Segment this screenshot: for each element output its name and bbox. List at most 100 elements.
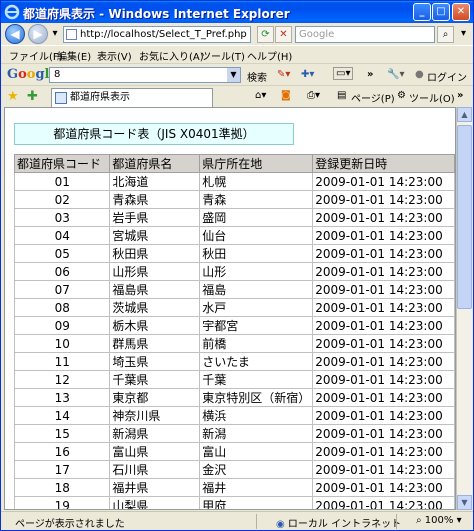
address-row: ◀ ▶ ▾ http://localhost/Select_T_Pref.php… <box>1 23 473 45</box>
status-text: ページが表示されました <box>15 519 125 530</box>
login-button[interactable]: ログイン <box>427 69 467 84</box>
scroll-up-icon[interactable]: ▲ <box>457 107 472 122</box>
page-icon <box>66 29 77 40</box>
table-row: 04 宮城県 仙台 2009-01-01 14:23:00 <box>13 226 455 245</box>
cell-capital: 仙台 <box>199 226 314 245</box>
zoom-level[interactable]: ⌕ 100% ▾ <box>416 515 462 526</box>
menu-view[interactable]: 表示(V) <box>97 48 132 63</box>
security-zone[interactable]: ◉ ローカル イントラネット <box>276 515 401 530</box>
cell-name: 福島県 <box>109 280 201 299</box>
vertical-scrollbar[interactable]: ▲ ▼ <box>456 107 472 510</box>
cell-code: 13 <box>13 388 111 407</box>
stop-icon[interactable]: ✕ <box>275 26 292 43</box>
table-row: 15 新潟県 新潟 2009-01-01 14:23:00 <box>13 424 455 443</box>
cell-name: 岩手県 <box>109 208 201 227</box>
tools-menu-icon[interactable]: ⚙ <box>397 90 406 101</box>
table-row: 14 神奈川県 横浜 2009-01-01 14:23:00 <box>13 406 455 425</box>
google-search-dropdown-icon[interactable]: ▼ <box>227 68 240 82</box>
menu-edit[interactable]: 編集(E) <box>57 48 91 63</box>
tab-current[interactable]: 都道府県表示 <box>51 88 213 108</box>
title-bar[interactable]: 都道府県表示 - Windows Internet Explorer _ □ ✕ <box>1 1 473 23</box>
tools-menu-button[interactable]: ツール(O) <box>409 90 455 105</box>
scroll-thumb[interactable] <box>457 125 472 309</box>
cell-capital: 山形 <box>199 262 314 281</box>
feeds-icon[interactable]: ◙ <box>281 90 291 101</box>
intranet-icon: ◉ <box>276 519 285 530</box>
status-divider <box>396 514 397 529</box>
close-button[interactable]: ✕ <box>452 3 470 21</box>
cell-name: 茨城県 <box>109 298 201 317</box>
history-dropdown-icon[interactable]: ▾ <box>49 26 61 43</box>
cell-code: 15 <box>13 424 111 443</box>
column-header-code: 都道府県コード <box>13 154 111 173</box>
table-row: 07 福島県 福島 2009-01-01 14:23:00 <box>13 280 455 299</box>
menu-help[interactable]: ヘルプ(H) <box>247 48 292 63</box>
address-bar[interactable]: http://localhost/Select_T_Pref.php <box>63 26 251 43</box>
table-row: 18 福井県 福井 2009-01-01 14:23:00 <box>13 478 455 497</box>
browser-window: 都道府県表示 - Windows Internet Explorer _ □ ✕… <box>0 0 474 531</box>
page-menu-button[interactable]: ページ(P) <box>351 90 395 105</box>
table-row: 13 東京都 東京特別区（新宿） 2009-01-01 14:23:00 <box>13 388 455 407</box>
google-search-input[interactable]: 8 ▼ <box>49 67 241 83</box>
back-button[interactable]: ◀ <box>5 24 25 44</box>
favorites-star-icon[interactable]: ★ <box>7 89 19 104</box>
cell-capital: 千葉 <box>199 370 314 389</box>
forward-button[interactable]: ▶ <box>28 24 48 44</box>
google-bookmark-icon[interactable]: ✎▾ <box>277 69 290 80</box>
cell-code: 08 <box>13 298 111 317</box>
cell-code: 09 <box>13 316 111 335</box>
cell-code: 10 <box>13 334 111 353</box>
cell-capital: 東京特別区（新宿） <box>199 388 314 407</box>
table-caption: 都道府県コード表（JIS X0401準拠） <box>14 123 294 145</box>
cell-code: 18 <box>13 478 111 497</box>
cell-name: 千葉県 <box>109 370 201 389</box>
cell-name: 青森県 <box>109 190 201 209</box>
add-favorites-icon[interactable]: ✚ <box>27 89 38 104</box>
home-icon[interactable]: ⌂▾ <box>255 90 266 101</box>
cell-capital: 前橋 <box>199 334 314 353</box>
google-search-button[interactable]: 検索 <box>247 69 267 84</box>
cell-code: 12 <box>13 370 111 389</box>
cell-code: 11 <box>13 352 111 371</box>
status-divider <box>256 514 257 529</box>
prefecture-table: 都道府県コード 都道府県名 県庁所在地 登録更新日時 01 北海道 札幌 2009-0… <box>13 154 455 509</box>
cell-updated: 2009-01-01 14:23:00 <box>312 406 455 425</box>
page-menu-icon[interactable]: ▤ <box>337 90 346 101</box>
cell-name: 秋田県 <box>109 244 201 263</box>
minimize-button[interactable]: _ <box>413 3 431 21</box>
menu-tools[interactable]: ツール(T) <box>201 48 245 63</box>
cell-updated: 2009-01-01 14:23:00 <box>312 244 455 263</box>
search-options-icon[interactable]: ▾ <box>455 26 472 43</box>
menu-favorites[interactable]: お気に入り(A) <box>139 48 204 63</box>
refresh-icon[interactable]: ⟳ <box>257 26 274 43</box>
search-input[interactable]: Google <box>295 26 435 43</box>
wrench-icon[interactable]: 🔧▾ <box>387 69 404 80</box>
cell-code: 07 <box>13 280 111 299</box>
table-row: 10 群馬県 前橋 2009-01-01 14:23:00 <box>13 334 455 353</box>
table-row: 05 秋田県 秋田 2009-01-01 14:23:00 <box>13 244 455 263</box>
tab-more-button[interactable]: » <box>457 90 463 101</box>
menu-bar: ファイル(F) 編集(E) 表示(V) お気に入り(A) ツール(T) ヘルプ(… <box>1 45 473 63</box>
zoom-dropdown-icon[interactable]: ▾ <box>457 515 462 526</box>
google-more-button[interactable]: » <box>367 69 373 80</box>
print-icon[interactable]: ⎙▾ <box>307 90 320 101</box>
cell-updated: 2009-01-01 14:23:00 <box>312 388 455 407</box>
menu-file[interactable]: ファイル(F) <box>9 48 63 63</box>
cell-capital: 横浜 <box>199 406 314 425</box>
cell-code: 17 <box>13 460 111 479</box>
table-row: 16 富山県 富山 2009-01-01 14:23:00 <box>13 442 455 461</box>
maximize-button[interactable]: □ <box>432 3 450 21</box>
cell-capital: 富山 <box>199 442 314 461</box>
table-row: 02 青森県 青森 2009-01-01 14:23:00 <box>13 190 455 209</box>
google-toolbar: Google 8 ▼ 検索 ✎▾ ✚▾ ▭▾ » 🔧▾ ● ログイン <box>1 63 473 85</box>
cell-code: 16 <box>13 442 111 461</box>
address-url: http://localhost/Select_T_Pref.php <box>80 29 247 40</box>
cell-updated: 2009-01-01 14:23:00 <box>312 226 455 245</box>
cell-updated: 2009-01-01 14:23:00 <box>312 172 455 191</box>
google-send-icon[interactable]: ▭▾ <box>333 67 354 80</box>
search-icon[interactable]: ⌕ <box>437 26 454 43</box>
user-icon: ● <box>415 69 424 80</box>
scroll-down-icon[interactable]: ▼ <box>457 495 472 510</box>
table-row: 01 北海道 札幌 2009-01-01 14:23:00 <box>13 172 455 191</box>
google-share-icon[interactable]: ✚▾ <box>301 69 314 80</box>
